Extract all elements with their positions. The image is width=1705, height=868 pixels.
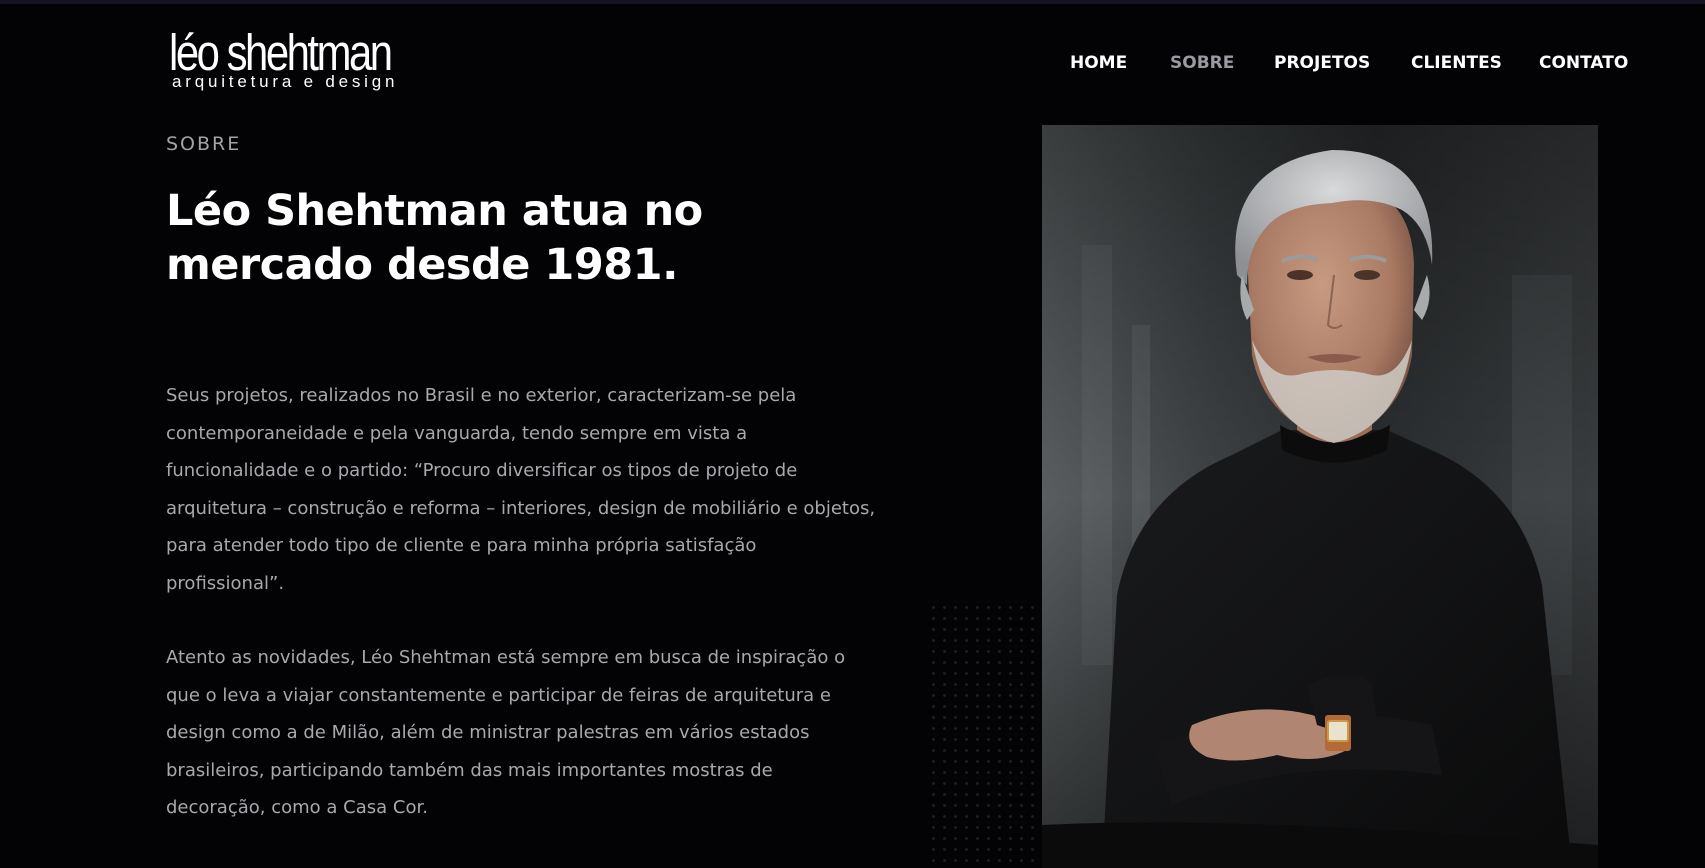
- nav-clientes[interactable]: CLIENTES: [1411, 50, 1502, 76]
- logo[interactable]: léo shehtman arquitetura e design: [169, 24, 439, 91]
- portrait-photo: [1042, 125, 1598, 868]
- nav-home[interactable]: HOME: [1070, 50, 1127, 76]
- top-strip: [0, 0, 1705, 4]
- about-paragraph-1: Seus projetos, realizados no Brasil e no…: [166, 385, 876, 594]
- about-paragraph-2: Atento as novidades, Léo Shehtman está s…: [166, 647, 846, 818]
- section-label: SOBRE: [166, 133, 242, 155]
- nav-projetos[interactable]: PROJETOS: [1274, 50, 1370, 76]
- logo-name: léo shehtman: [169, 24, 393, 81]
- about-headline: Léo Shehtman atua no mercado desde 1981.: [166, 186, 703, 290]
- dotted-decoration: [928, 602, 1040, 868]
- nav-sobre[interactable]: SOBRE: [1170, 50, 1234, 76]
- page: léo shehtman arquitetura e design HOME S…: [0, 0, 1705, 868]
- nav-contato[interactable]: CONTATO: [1539, 50, 1628, 76]
